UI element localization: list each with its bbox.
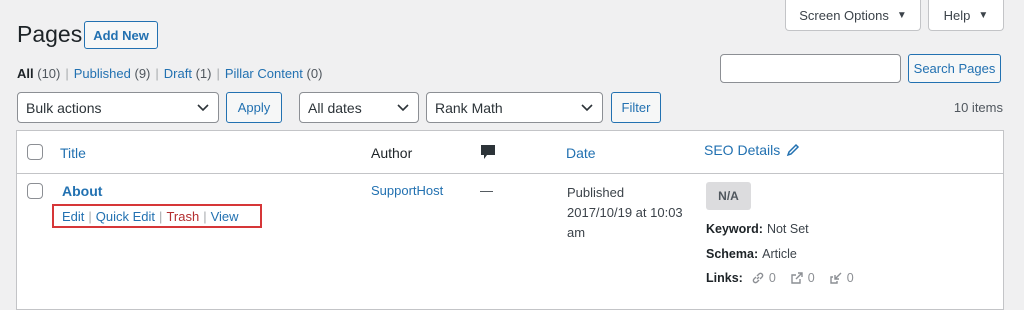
pages-table: Title Author Date SEO Details About Edit… [16,130,1004,310]
filter-button[interactable]: Filter [611,92,661,123]
rank-math-select[interactable]: Rank Math [426,92,603,123]
search-input[interactable] [720,54,901,83]
chevron-down-icon [397,104,409,112]
bulk-actions-select[interactable]: Bulk actions [17,92,219,123]
page-title-link[interactable]: About [62,183,102,199]
view-published[interactable]: Published (9) [74,66,151,81]
actions-separator: | [203,208,207,224]
screen-options-tab[interactable]: Screen Options ▼ [785,0,921,31]
page-title: Pages [17,21,83,47]
bulk-actions-value: Bulk actions [26,99,102,116]
search-pages-button[interactable]: Search Pages [908,54,1001,83]
trash-link[interactable]: Trash [166,209,199,224]
actions-separator: | [159,208,163,224]
dates-value: All dates [308,99,362,116]
schema-label: Schema: [706,247,759,261]
column-seo-header[interactable]: SEO Details [704,142,800,158]
views-separator: | [155,66,159,81]
views-separator: | [216,66,220,81]
caret-down-icon: ▼ [978,9,989,21]
add-new-button[interactable]: Add New [84,21,158,49]
date-value: 2017/10/19 at 10:03 [567,205,683,220]
internal-links-count: 0 [768,271,776,285]
comments-count: — [480,183,493,198]
edit-link[interactable]: Edit [62,209,84,224]
dates-select[interactable]: All dates [299,92,419,123]
column-title-header[interactable]: Title [60,145,86,161]
internal-link-icon [752,272,764,284]
table-header: Title Author Date SEO Details [17,131,1003,174]
actions-separator: | [88,208,92,224]
seo-header-label: SEO Details [704,142,781,158]
schema-value: Article [762,247,797,261]
incoming-link-icon [830,272,842,284]
select-all-checkbox[interactable] [27,144,43,160]
row-actions: Edit | Quick Edit | Trash | View [52,204,262,228]
column-date-header[interactable]: Date [566,145,596,161]
keyword-label: Keyword: [706,222,763,236]
view-all[interactable]: All (10) [17,66,60,81]
external-link-icon [791,272,803,284]
row-checkbox[interactable] [27,183,43,199]
pencil-icon[interactable] [786,143,800,157]
views-filter: All (10) | Published (9) | Draft (1) | P… [17,66,322,81]
date-status: Published [567,185,625,200]
seo-keyword: Keyword: Not Set [706,222,809,236]
rank-math-value: Rank Math [435,99,503,116]
chevron-down-icon [197,104,209,112]
view-link[interactable]: View [211,209,239,224]
items-count: 10 items [953,100,1003,115]
comment-icon [480,144,496,163]
quick-edit-link[interactable]: Quick Edit [96,209,155,224]
external-links-count: 0 [807,271,815,285]
caret-down-icon: ▼ [896,9,907,21]
author-link[interactable]: SupportHost [371,183,443,198]
links-label: Links: [706,271,743,285]
incoming-links-count: 0 [846,271,854,285]
seo-links: Links: 0 0 0 [706,271,864,285]
help-tab[interactable]: Help ▼ [928,0,1004,31]
views-separator: | [65,66,69,81]
apply-button[interactable]: Apply [226,92,282,123]
screen-options-label: Screen Options [799,7,889,23]
seo-score-badge: N/A [706,182,751,210]
keyword-value: Not Set [766,222,809,236]
view-pillar-content[interactable]: Pillar Content (0) [225,66,323,81]
date-cell: Published 2017/10/19 at 10:03 am [567,183,697,243]
date-time: am [567,225,586,240]
column-author-header: Author [371,145,413,161]
chevron-down-icon [581,104,593,112]
help-label: Help [943,7,971,23]
view-draft[interactable]: Draft (1) [164,66,212,81]
seo-schema: Schema: Article [706,247,797,261]
